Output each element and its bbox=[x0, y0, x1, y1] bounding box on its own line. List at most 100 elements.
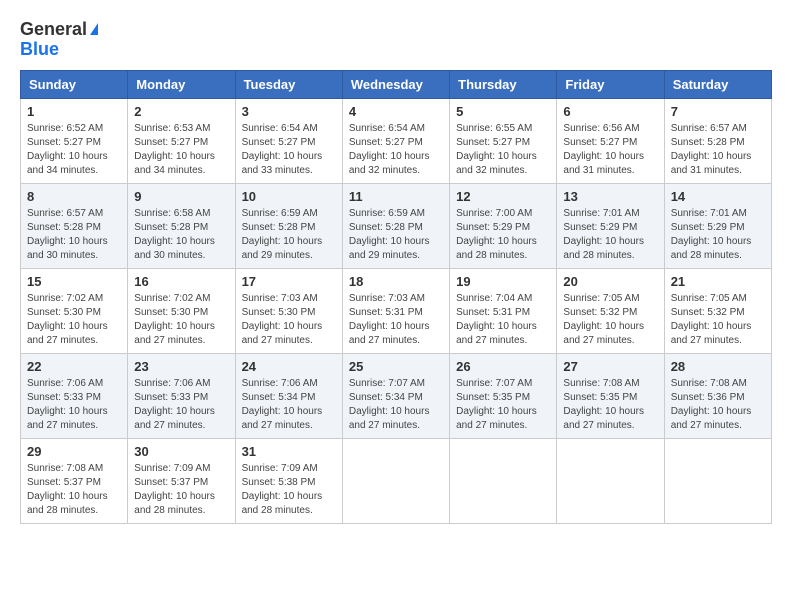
calendar-cell: 29 Sunrise: 7:08 AMSunset: 5:37 PMDaylig… bbox=[21, 438, 128, 523]
day-info: Sunrise: 7:09 AMSunset: 5:38 PMDaylight:… bbox=[242, 462, 336, 518]
day-info: Sunrise: 6:55 AMSunset: 5:27 PMDaylight:… bbox=[456, 122, 550, 178]
day-info: Sunrise: 7:00 AMSunset: 5:29 PMDaylight:… bbox=[456, 207, 550, 263]
calendar-cell: 15 Sunrise: 7:02 AMSunset: 5:30 PMDaylig… bbox=[21, 268, 128, 353]
calendar-cell: 10 Sunrise: 6:59 AMSunset: 5:28 PMDaylig… bbox=[235, 183, 342, 268]
day-info: Sunrise: 6:56 AMSunset: 5:27 PMDaylight:… bbox=[563, 122, 657, 178]
day-number: 18 bbox=[349, 274, 443, 289]
day-number: 19 bbox=[456, 274, 550, 289]
day-info: Sunrise: 7:03 AMSunset: 5:31 PMDaylight:… bbox=[349, 292, 443, 348]
day-number: 29 bbox=[27, 444, 121, 459]
day-info: Sunrise: 7:09 AMSunset: 5:37 PMDaylight:… bbox=[134, 462, 228, 518]
calendar-cell: 6 Sunrise: 6:56 AMSunset: 5:27 PMDayligh… bbox=[557, 98, 664, 183]
logo-icon bbox=[90, 23, 98, 35]
calendar-cell: 2 Sunrise: 6:53 AMSunset: 5:27 PMDayligh… bbox=[128, 98, 235, 183]
weekday-header-thursday: Thursday bbox=[450, 70, 557, 98]
day-number: 21 bbox=[671, 274, 765, 289]
calendar-cell: 13 Sunrise: 7:01 AMSunset: 5:29 PMDaylig… bbox=[557, 183, 664, 268]
day-info: Sunrise: 6:57 AMSunset: 5:28 PMDaylight:… bbox=[671, 122, 765, 178]
page-header: General Blue bbox=[20, 20, 772, 60]
calendar-table: SundayMondayTuesdayWednesdayThursdayFrid… bbox=[20, 70, 772, 524]
day-info: Sunrise: 7:01 AMSunset: 5:29 PMDaylight:… bbox=[563, 207, 657, 263]
weekday-header-wednesday: Wednesday bbox=[342, 70, 449, 98]
logo-text-general: General bbox=[20, 20, 87, 40]
calendar-cell bbox=[450, 438, 557, 523]
calendar-cell: 31 Sunrise: 7:09 AMSunset: 5:38 PMDaylig… bbox=[235, 438, 342, 523]
calendar-cell: 27 Sunrise: 7:08 AMSunset: 5:35 PMDaylig… bbox=[557, 353, 664, 438]
day-number: 8 bbox=[27, 189, 121, 204]
calendar-cell: 18 Sunrise: 7:03 AMSunset: 5:31 PMDaylig… bbox=[342, 268, 449, 353]
calendar-cell: 4 Sunrise: 6:54 AMSunset: 5:27 PMDayligh… bbox=[342, 98, 449, 183]
day-number: 31 bbox=[242, 444, 336, 459]
day-info: Sunrise: 6:53 AMSunset: 5:27 PMDaylight:… bbox=[134, 122, 228, 178]
day-info: Sunrise: 6:54 AMSunset: 5:27 PMDaylight:… bbox=[242, 122, 336, 178]
week-row-2: 8 Sunrise: 6:57 AMSunset: 5:28 PMDayligh… bbox=[21, 183, 772, 268]
day-info: Sunrise: 7:02 AMSunset: 5:30 PMDaylight:… bbox=[27, 292, 121, 348]
day-number: 1 bbox=[27, 104, 121, 119]
day-number: 4 bbox=[349, 104, 443, 119]
day-info: Sunrise: 7:07 AMSunset: 5:34 PMDaylight:… bbox=[349, 377, 443, 433]
calendar-cell: 3 Sunrise: 6:54 AMSunset: 5:27 PMDayligh… bbox=[235, 98, 342, 183]
day-info: Sunrise: 7:06 AMSunset: 5:34 PMDaylight:… bbox=[242, 377, 336, 433]
weekday-header-monday: Monday bbox=[128, 70, 235, 98]
day-number: 17 bbox=[242, 274, 336, 289]
weekday-header-saturday: Saturday bbox=[664, 70, 771, 98]
calendar-cell: 12 Sunrise: 7:00 AMSunset: 5:29 PMDaylig… bbox=[450, 183, 557, 268]
calendar-cell: 7 Sunrise: 6:57 AMSunset: 5:28 PMDayligh… bbox=[664, 98, 771, 183]
calendar-cell bbox=[557, 438, 664, 523]
day-info: Sunrise: 6:59 AMSunset: 5:28 PMDaylight:… bbox=[349, 207, 443, 263]
calendar-cell: 30 Sunrise: 7:09 AMSunset: 5:37 PMDaylig… bbox=[128, 438, 235, 523]
day-info: Sunrise: 7:01 AMSunset: 5:29 PMDaylight:… bbox=[671, 207, 765, 263]
calendar-cell: 26 Sunrise: 7:07 AMSunset: 5:35 PMDaylig… bbox=[450, 353, 557, 438]
day-number: 24 bbox=[242, 359, 336, 374]
day-number: 2 bbox=[134, 104, 228, 119]
day-info: Sunrise: 7:04 AMSunset: 5:31 PMDaylight:… bbox=[456, 292, 550, 348]
day-number: 26 bbox=[456, 359, 550, 374]
weekday-header-tuesday: Tuesday bbox=[235, 70, 342, 98]
day-number: 12 bbox=[456, 189, 550, 204]
day-info: Sunrise: 7:06 AMSunset: 5:33 PMDaylight:… bbox=[134, 377, 228, 433]
calendar-cell: 1 Sunrise: 6:52 AMSunset: 5:27 PMDayligh… bbox=[21, 98, 128, 183]
weekday-header-sunday: Sunday bbox=[21, 70, 128, 98]
day-number: 11 bbox=[349, 189, 443, 204]
day-info: Sunrise: 7:05 AMSunset: 5:32 PMDaylight:… bbox=[671, 292, 765, 348]
week-row-3: 15 Sunrise: 7:02 AMSunset: 5:30 PMDaylig… bbox=[21, 268, 772, 353]
calendar-cell: 14 Sunrise: 7:01 AMSunset: 5:29 PMDaylig… bbox=[664, 183, 771, 268]
calendar-cell: 5 Sunrise: 6:55 AMSunset: 5:27 PMDayligh… bbox=[450, 98, 557, 183]
calendar-cell: 19 Sunrise: 7:04 AMSunset: 5:31 PMDaylig… bbox=[450, 268, 557, 353]
calendar-cell: 23 Sunrise: 7:06 AMSunset: 5:33 PMDaylig… bbox=[128, 353, 235, 438]
logo: General Blue bbox=[20, 20, 98, 60]
day-number: 27 bbox=[563, 359, 657, 374]
day-info: Sunrise: 6:58 AMSunset: 5:28 PMDaylight:… bbox=[134, 207, 228, 263]
calendar-cell: 20 Sunrise: 7:05 AMSunset: 5:32 PMDaylig… bbox=[557, 268, 664, 353]
day-number: 6 bbox=[563, 104, 657, 119]
calendar-cell: 25 Sunrise: 7:07 AMSunset: 5:34 PMDaylig… bbox=[342, 353, 449, 438]
calendar-cell: 8 Sunrise: 6:57 AMSunset: 5:28 PMDayligh… bbox=[21, 183, 128, 268]
day-info: Sunrise: 6:54 AMSunset: 5:27 PMDaylight:… bbox=[349, 122, 443, 178]
calendar-cell: 28 Sunrise: 7:08 AMSunset: 5:36 PMDaylig… bbox=[664, 353, 771, 438]
day-number: 22 bbox=[27, 359, 121, 374]
calendar-cell: 9 Sunrise: 6:58 AMSunset: 5:28 PMDayligh… bbox=[128, 183, 235, 268]
day-info: Sunrise: 6:57 AMSunset: 5:28 PMDaylight:… bbox=[27, 207, 121, 263]
day-number: 10 bbox=[242, 189, 336, 204]
week-row-5: 29 Sunrise: 7:08 AMSunset: 5:37 PMDaylig… bbox=[21, 438, 772, 523]
day-info: Sunrise: 7:06 AMSunset: 5:33 PMDaylight:… bbox=[27, 377, 121, 433]
day-number: 5 bbox=[456, 104, 550, 119]
day-number: 30 bbox=[134, 444, 228, 459]
day-info: Sunrise: 7:05 AMSunset: 5:32 PMDaylight:… bbox=[563, 292, 657, 348]
weekday-header-friday: Friday bbox=[557, 70, 664, 98]
calendar-cell bbox=[664, 438, 771, 523]
day-number: 7 bbox=[671, 104, 765, 119]
day-info: Sunrise: 7:08 AMSunset: 5:37 PMDaylight:… bbox=[27, 462, 121, 518]
day-number: 3 bbox=[242, 104, 336, 119]
day-info: Sunrise: 7:02 AMSunset: 5:30 PMDaylight:… bbox=[134, 292, 228, 348]
calendar-cell: 11 Sunrise: 6:59 AMSunset: 5:28 PMDaylig… bbox=[342, 183, 449, 268]
calendar-cell: 24 Sunrise: 7:06 AMSunset: 5:34 PMDaylig… bbox=[235, 353, 342, 438]
calendar-cell: 21 Sunrise: 7:05 AMSunset: 5:32 PMDaylig… bbox=[664, 268, 771, 353]
day-info: Sunrise: 7:03 AMSunset: 5:30 PMDaylight:… bbox=[242, 292, 336, 348]
day-number: 16 bbox=[134, 274, 228, 289]
week-row-4: 22 Sunrise: 7:06 AMSunset: 5:33 PMDaylig… bbox=[21, 353, 772, 438]
logo-text-blue: Blue bbox=[20, 40, 59, 60]
weekday-header-row: SundayMondayTuesdayWednesdayThursdayFrid… bbox=[21, 70, 772, 98]
day-number: 9 bbox=[134, 189, 228, 204]
calendar-cell: 16 Sunrise: 7:02 AMSunset: 5:30 PMDaylig… bbox=[128, 268, 235, 353]
